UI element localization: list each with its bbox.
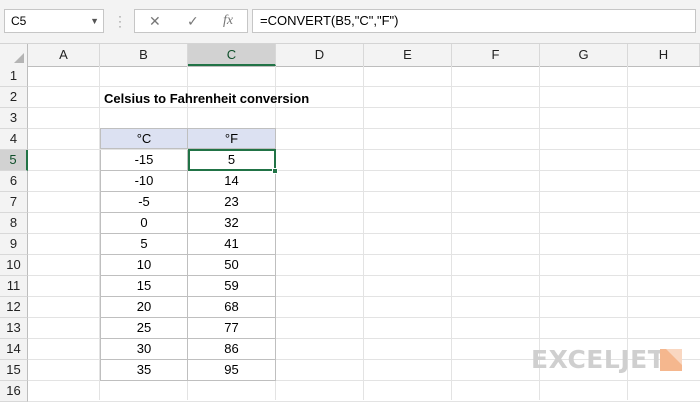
column-header-e[interactable]: E bbox=[364, 44, 452, 66]
celsius-cell[interactable]: 10 bbox=[100, 255, 188, 276]
row-header-11[interactable]: 11 bbox=[0, 276, 28, 297]
row-header-4[interactable]: 4 bbox=[0, 129, 28, 150]
fahrenheit-cell[interactable]: 68 bbox=[187, 297, 276, 318]
column-header-d[interactable]: D bbox=[276, 44, 364, 66]
select-all-button[interactable] bbox=[0, 44, 28, 66]
column-header-bar: A B C D E F G H bbox=[0, 44, 700, 67]
row-header-10[interactable]: 10 bbox=[0, 255, 28, 276]
exceljet-logo-icon bbox=[660, 349, 682, 371]
select-all-icon bbox=[14, 53, 24, 63]
exceljet-logo: EXCELJET bbox=[531, 345, 666, 374]
celsius-cell[interactable]: -10 bbox=[100, 171, 188, 192]
more-icon[interactable]: · · · bbox=[118, 10, 124, 32]
formula-input[interactable]: =CONVERT(B5,"C","F") bbox=[252, 9, 696, 33]
column-header-h[interactable]: H bbox=[628, 44, 700, 66]
row-header-6[interactable]: 6 bbox=[0, 171, 28, 192]
fahrenheit-cell[interactable]: 23 bbox=[187, 192, 276, 213]
row-header-5[interactable]: 5 bbox=[0, 150, 28, 171]
column-header-a[interactable]: A bbox=[28, 44, 100, 66]
name-box[interactable]: C5 ▼ bbox=[4, 9, 104, 33]
formula-buttons: ✕ ✓ fx bbox=[134, 9, 248, 33]
row-header-2[interactable]: 2 bbox=[0, 87, 28, 108]
row-header-3[interactable]: 3 bbox=[0, 108, 28, 129]
fahrenheit-cell[interactable]: 32 bbox=[187, 213, 276, 234]
column-header-g[interactable]: G bbox=[540, 44, 628, 66]
column-header-b[interactable]: B bbox=[100, 44, 188, 66]
row-header-12[interactable]: 12 bbox=[0, 297, 28, 318]
sheet-title[interactable]: Celsius to Fahrenheit conversion bbox=[104, 89, 309, 109]
fahrenheit-cell[interactable]: 14 bbox=[187, 171, 276, 192]
formula-bar: C5 ▼ · · · ✕ ✓ fx =CONVERT(B5,"C","F") bbox=[0, 0, 700, 44]
fahrenheit-cell[interactable]: 41 bbox=[187, 234, 276, 255]
insert-function-icon[interactable]: fx bbox=[223, 12, 233, 30]
celsius-cell[interactable]: 5 bbox=[100, 234, 188, 255]
table-header-celsius[interactable]: °C bbox=[100, 128, 188, 149]
cancel-icon[interactable]: ✕ bbox=[149, 12, 161, 30]
fahrenheit-cell[interactable]: 50 bbox=[187, 255, 276, 276]
name-box-value: C5 bbox=[11, 14, 27, 28]
celsius-cell[interactable]: 30 bbox=[100, 339, 188, 360]
table-header-fahrenheit[interactable]: °F bbox=[187, 128, 276, 149]
grid-line bbox=[28, 86, 700, 87]
celsius-cell[interactable]: -5 bbox=[100, 192, 188, 213]
row-header-15[interactable]: 15 bbox=[0, 360, 28, 381]
row-header-1[interactable]: 1 bbox=[0, 66, 28, 87]
row-header-14[interactable]: 14 bbox=[0, 339, 28, 360]
celsius-cell[interactable]: -15 bbox=[100, 150, 188, 171]
fahrenheit-cell[interactable]: 77 bbox=[187, 318, 276, 339]
celsius-cell[interactable]: 15 bbox=[100, 276, 188, 297]
chevron-down-icon[interactable]: ▼ bbox=[90, 10, 99, 32]
row-header-8[interactable]: 8 bbox=[0, 213, 28, 234]
row-header-16[interactable]: 16 bbox=[0, 381, 28, 402]
celsius-cell[interactable]: 0 bbox=[100, 213, 188, 234]
column-header-f[interactable]: F bbox=[452, 44, 540, 66]
celsius-cell[interactable]: 20 bbox=[100, 297, 188, 318]
celsius-cell[interactable]: 25 bbox=[100, 318, 188, 339]
fahrenheit-cell[interactable]: 5 bbox=[187, 150, 276, 171]
row-header-7[interactable]: 7 bbox=[0, 192, 28, 213]
celsius-cell[interactable]: 35 bbox=[100, 360, 188, 381]
fahrenheit-cell[interactable]: 59 bbox=[187, 276, 276, 297]
row-header-9[interactable]: 9 bbox=[0, 234, 28, 255]
enter-icon[interactable]: ✓ bbox=[187, 12, 199, 30]
column-header-c[interactable]: C bbox=[188, 44, 276, 66]
fahrenheit-cell[interactable]: 86 bbox=[187, 339, 276, 360]
fahrenheit-cell[interactable]: 95 bbox=[187, 360, 276, 381]
row-header-13[interactable]: 13 bbox=[0, 318, 28, 339]
fill-handle[interactable] bbox=[272, 168, 278, 174]
